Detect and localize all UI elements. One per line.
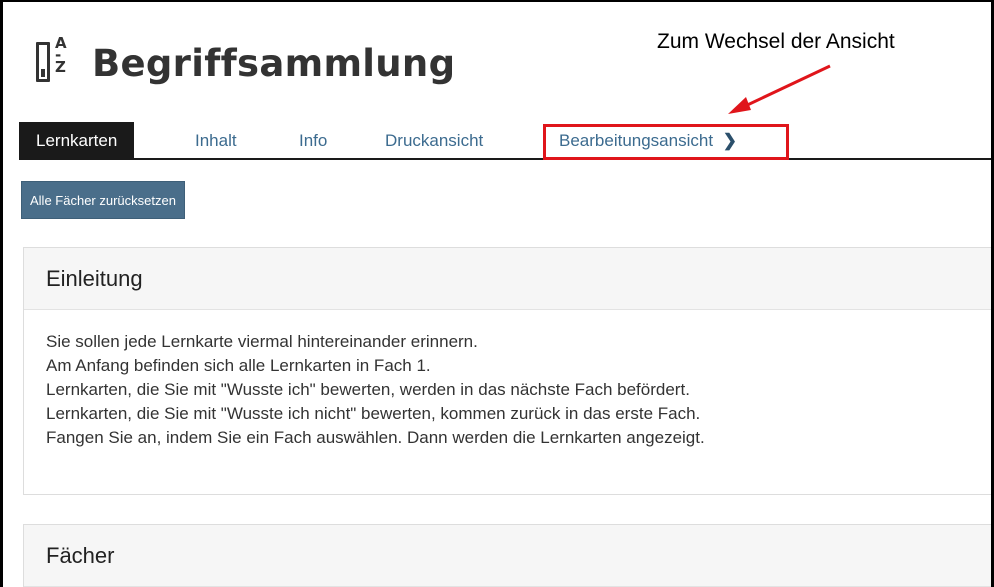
- intro-panel-title: Einleitung: [24, 248, 991, 310]
- glossary-az-icon: A - Z: [36, 36, 70, 88]
- tab-druckansicht[interactable]: Druckansicht: [385, 122, 483, 158]
- subjects-panel: Fächer: [23, 524, 991, 587]
- tab-inhalt[interactable]: Inhalt: [195, 122, 237, 158]
- intro-line: Sie sollen jede Lernkarte viermal hinter…: [46, 332, 478, 351]
- intro-line: Fangen Sie an, indem Sie ein Fach auswäh…: [46, 428, 705, 447]
- window-frame: A - Z Begriffsammlung Zum Wechsel der An…: [0, 0, 994, 587]
- intro-panel-body: Sie sollen jede Lernkarte viermal hinter…: [24, 310, 991, 450]
- intro-line: Lernkarten, die Sie mit "Wusste ich nich…: [46, 404, 701, 423]
- tab-lernkarten[interactable]: Lernkarten: [19, 122, 135, 158]
- annotation-label: Zum Wechsel der Ansicht: [657, 30, 895, 53]
- tab-bar: Lernkarten Inhalt Info Druckansicht Bear…: [19, 122, 991, 160]
- page-header: A - Z Begriffsammlung: [36, 32, 455, 94]
- intro-line: Am Anfang befinden sich alle Lernkarten …: [46, 356, 431, 375]
- glossary-bar-shape: [36, 42, 50, 82]
- subjects-panel-title: Fächer: [24, 525, 991, 587]
- annotation-highlight-box: [543, 124, 789, 160]
- page-title: Begriffsammlung: [92, 41, 456, 85]
- tab-info[interactable]: Info: [299, 122, 327, 158]
- icon-letter-z: Z: [55, 58, 66, 76]
- reset-all-subjects-button[interactable]: Alle Fächer zurücksetzen: [21, 181, 185, 219]
- intro-line: Lernkarten, die Sie mit "Wusste ich" bew…: [46, 380, 690, 399]
- az-letters: A - Z: [55, 36, 67, 75]
- intro-panel: Einleitung Sie sollen jede Lernkarte vie…: [23, 247, 991, 495]
